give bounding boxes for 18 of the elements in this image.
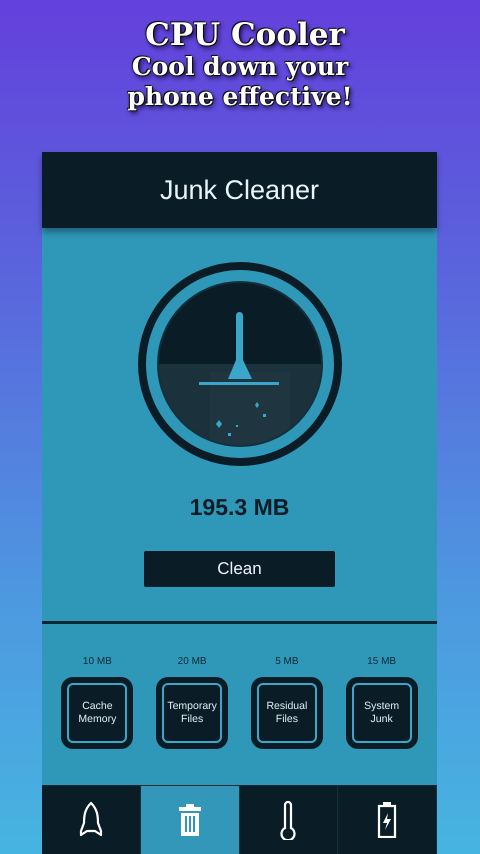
thermometer-icon xyxy=(279,800,298,840)
app-title: Junk Cleaner xyxy=(160,174,320,207)
junk-size-label: 15 MB xyxy=(367,654,396,668)
category-button[interactable]: System Junk xyxy=(346,676,418,748)
category-button[interactable]: Residual Files xyxy=(250,676,323,748)
category-button[interactable]: Temporary Files xyxy=(156,676,228,748)
promo-title: CPU Cooler xyxy=(145,18,345,52)
trash-icon xyxy=(178,804,202,836)
category-button[interactable]: Cache Memory xyxy=(61,676,134,748)
junk-size: 195.3 MB xyxy=(190,494,290,520)
junk-size-label: 20 MB xyxy=(178,654,207,668)
promo-subtitle: phone effective! xyxy=(127,82,353,112)
clean-button[interactable]: Clean xyxy=(144,550,335,586)
junk-size-label: 5 MB xyxy=(275,654,299,668)
promo-subtitle: Cool down your xyxy=(132,52,348,82)
rocket-icon xyxy=(78,801,103,839)
junk-size-label: 10 MB xyxy=(82,654,112,668)
battery-icon xyxy=(377,802,398,838)
